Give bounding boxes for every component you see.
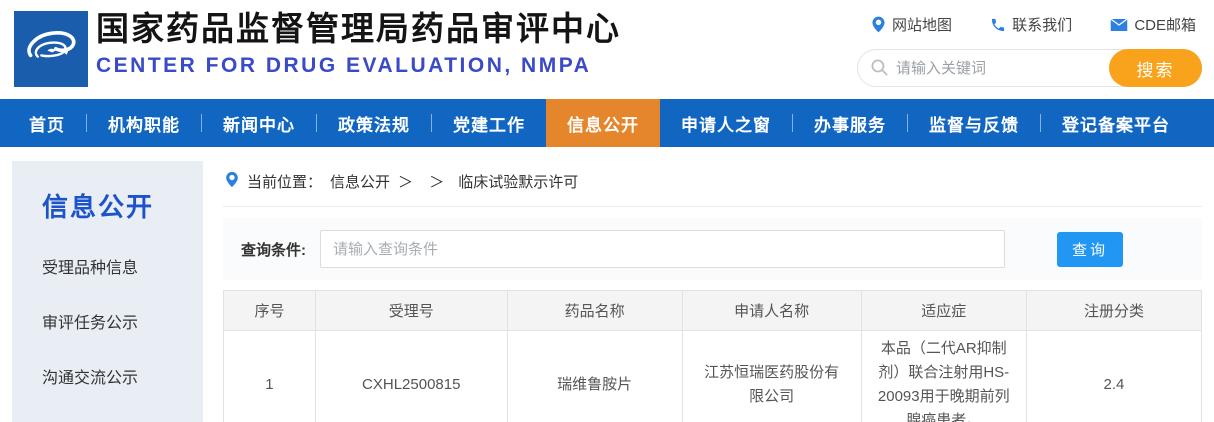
results-table: 序号 受理号 药品名称 申请人名称 适应症 注册分类 1 CXHL2500815… [223, 290, 1202, 422]
cell-acceptance-no: CXHL2500815 [315, 331, 507, 422]
query-panel: 查询条件: 查询 [223, 218, 1202, 280]
site-search-button[interactable]: 搜索 [1109, 49, 1202, 87]
query-label: 查询条件: [241, 239, 306, 260]
main-area: 信息公开 受理品种信息 审评任务公示 沟通交流公示 优先审评公示 当前位置： 信… [0, 147, 1214, 422]
main-nav: 首页 机构职能 新闻中心 政策法规 党建工作 信息公开 申请人之窗 办事服务 监… [0, 99, 1214, 147]
col-header-registration-class: 注册分类 [1026, 291, 1201, 331]
site-search: 搜索 [857, 49, 1202, 87]
cell-applicant: 江苏恒瑞医药股份有限公司 [682, 331, 861, 422]
sidebar: 信息公开 受理品种信息 审评任务公示 沟通交流公示 优先审评公示 [12, 161, 203, 422]
nav-item-applicant-window[interactable]: 申请人之窗 [660, 99, 792, 147]
col-header-indication: 适应症 [861, 291, 1026, 331]
site-header: 国家药品监督管理局药品审评中心 CENTER FOR DRUG EVALUATI… [0, 0, 1214, 99]
contact-label: 联系我们 [1012, 14, 1072, 35]
site-title-block: 国家药品监督管理局药品审评中心 CENTER FOR DRUG EVALUATI… [96, 8, 621, 78]
col-header-applicant: 申请人名称 [682, 291, 861, 331]
col-header-seq: 序号 [224, 291, 316, 331]
cell-drug-name: 瑞维鲁胺片 [507, 331, 682, 422]
breadcrumb-separator: ＞ ＞ [398, 171, 450, 192]
nav-item-party-building[interactable]: 党建工作 [432, 99, 546, 147]
breadcrumb-section[interactable]: 信息公开 [330, 171, 390, 192]
sitemap-label: 网站地图 [892, 14, 952, 35]
col-header-acceptance-no: 受理号 [315, 291, 507, 331]
nav-item-home[interactable]: 首页 [8, 99, 86, 147]
breadcrumb-pin-icon [225, 171, 239, 192]
sidebar-title-information-disclosure[interactable]: 信息公开 [42, 187, 203, 224]
top-links: 网站地图 联系我们 CDE邮箱 [857, 0, 1202, 35]
contact-link[interactable]: 联系我们 [990, 14, 1072, 35]
swan-logo-icon [21, 17, 81, 82]
breadcrumb: 当前位置： 信息公开 ＞ ＞ 临床试验默示许可 [223, 161, 1202, 207]
cell-indication: 本品（二代AR抑制剂）联合注射用HS-20093用于晚期前列腺癌患者。 [861, 331, 1026, 422]
breadcrumb-label: 当前位置： [247, 171, 322, 192]
nav-item-registration-platform[interactable]: 登记备案平台 [1041, 99, 1191, 147]
sidebar-item-accepted-varieties[interactable]: 受理品种信息 [42, 254, 203, 278]
search-icon [870, 58, 889, 82]
nav-item-services[interactable]: 办事服务 [793, 99, 907, 147]
content: 当前位置： 信息公开 ＞ ＞ 临床试验默示许可 查询条件: 查询 序号 受理号 … [223, 161, 1202, 422]
cell-seq: 1 [224, 331, 316, 422]
nav-item-news[interactable]: 新闻中心 [202, 99, 316, 147]
site-title: 国家药品监督管理局药品审评中心 [96, 8, 621, 49]
col-header-drug-name: 药品名称 [507, 291, 682, 331]
cde-mail-label: CDE邮箱 [1134, 14, 1196, 35]
header-right: 网站地图 联系我们 CDE邮箱 搜索 [857, 0, 1202, 87]
nav-item-supervision-feedback[interactable]: 监督与反馈 [908, 99, 1040, 147]
sidebar-item-review-tasks[interactable]: 审评任务公示 [42, 309, 203, 333]
cell-registration-class: 2.4 [1026, 331, 1201, 422]
envelope-icon [1110, 18, 1128, 32]
cde-mail-link[interactable]: CDE邮箱 [1110, 14, 1196, 35]
cde-logo[interactable] [14, 11, 88, 87]
table-header-row: 序号 受理号 药品名称 申请人名称 适应症 注册分类 [224, 291, 1202, 331]
site-subtitle: CENTER FOR DRUG EVALUATION, NMPA [96, 54, 621, 78]
location-pin-icon [871, 16, 886, 33]
nav-item-policies[interactable]: 政策法规 [317, 99, 431, 147]
phone-icon [990, 17, 1006, 33]
nav-item-information-disclosure[interactable]: 信息公开 [546, 99, 660, 147]
query-button[interactable]: 查询 [1057, 232, 1123, 267]
query-input[interactable] [320, 230, 1005, 268]
sidebar-item-communication[interactable]: 沟通交流公示 [42, 364, 203, 388]
nav-item-functions[interactable]: 机构职能 [87, 99, 201, 147]
sitemap-link[interactable]: 网站地图 [871, 14, 952, 35]
breadcrumb-current: 临床试验默示许可 [458, 171, 578, 192]
table-row: 1 CXHL2500815 瑞维鲁胺片 江苏恒瑞医药股份有限公司 本品（二代AR… [224, 331, 1202, 422]
